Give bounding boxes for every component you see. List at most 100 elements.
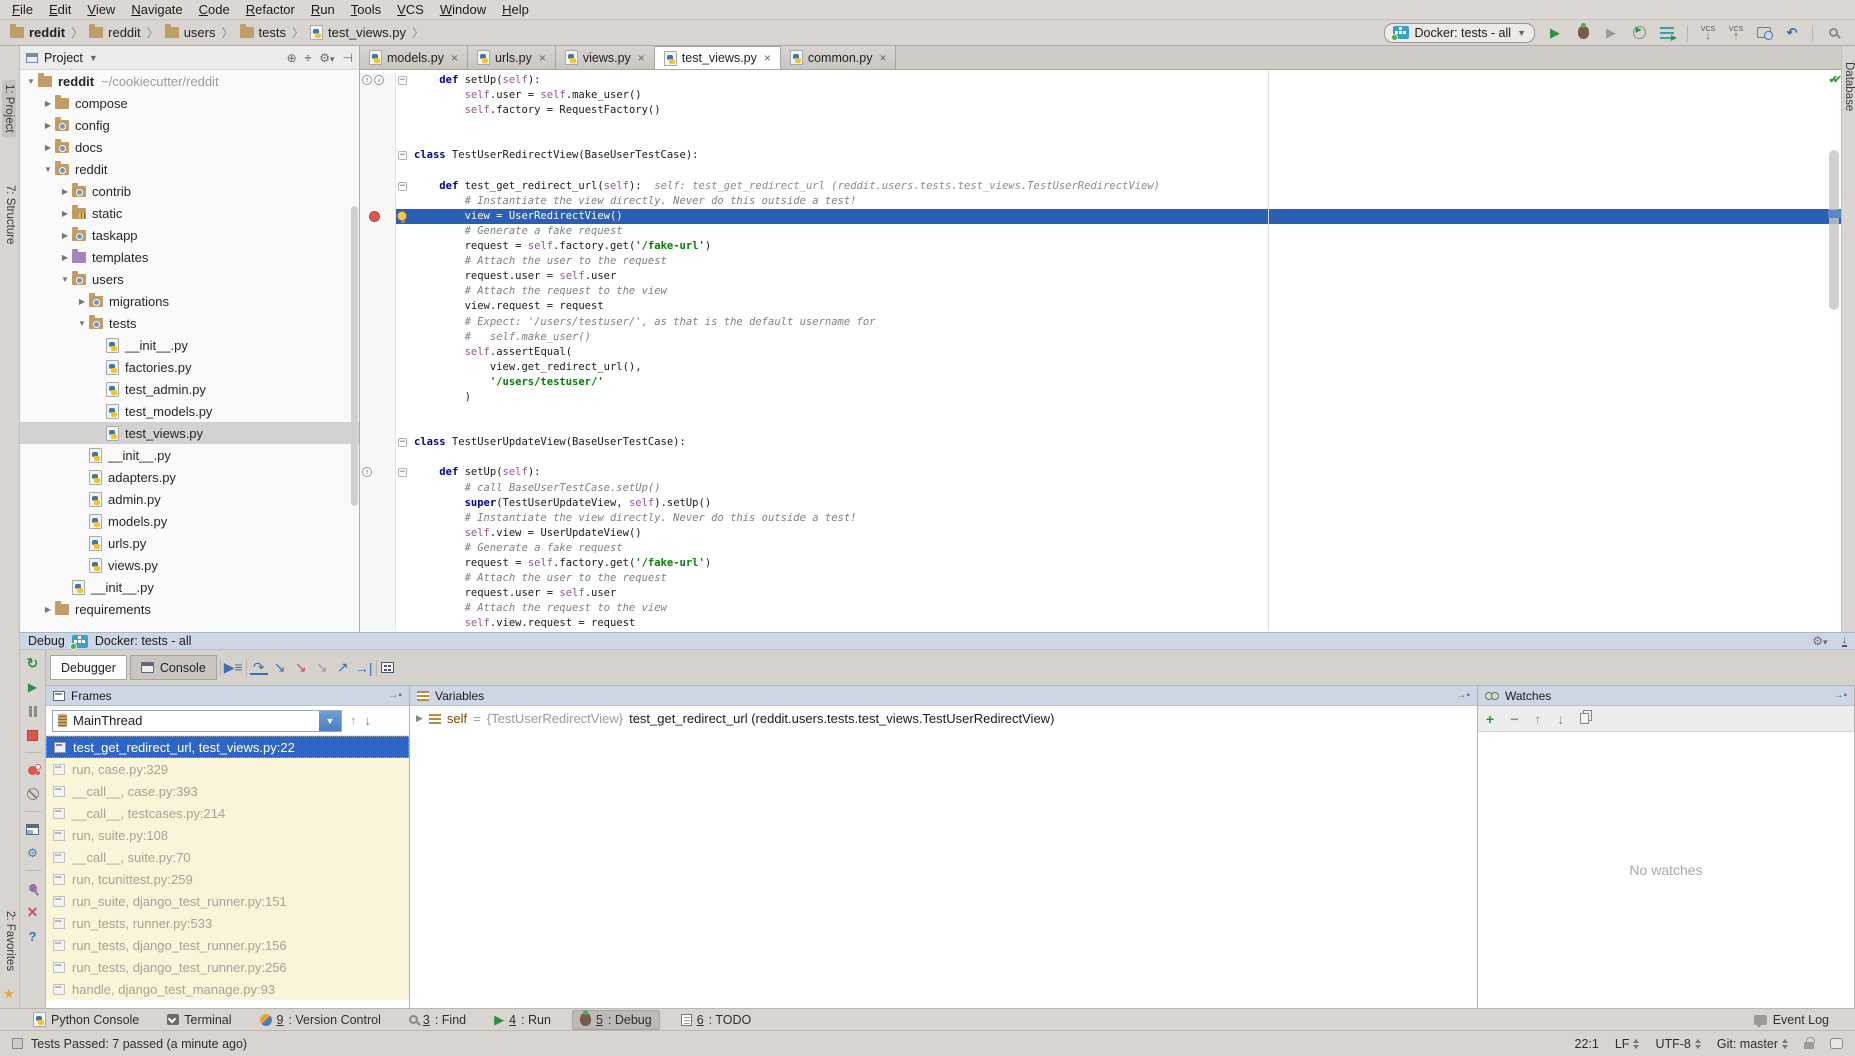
tree-item-docs[interactable]: ▶docs bbox=[20, 136, 359, 158]
smart-step-into-button[interactable]: ↘ bbox=[313, 659, 331, 677]
toolwindow-button-find[interactable]: 3: Find bbox=[402, 1011, 473, 1029]
run-button[interactable]: ▶ bbox=[1547, 24, 1563, 42]
float-window-icon[interactable]: →▪ bbox=[1833, 690, 1847, 701]
add-watch-button[interactable]: + bbox=[1486, 711, 1494, 727]
collapse-arrow-icon[interactable]: ▼ bbox=[41, 165, 55, 174]
step-into-button[interactable]: ↘ bbox=[271, 659, 289, 677]
code-line-37[interactable]: self.view.request = request bbox=[360, 616, 1841, 631]
show-execution-point-button[interactable]: ▶≡ bbox=[224, 659, 243, 677]
close-icon[interactable]: × bbox=[638, 51, 645, 65]
tree-item-contrib[interactable]: ▶contrib bbox=[20, 180, 359, 202]
tree-item-taskapp[interactable]: ▶taskapp bbox=[20, 224, 359, 246]
frame-row[interactable]: __call__, suite.py:70 bbox=[46, 846, 409, 868]
expand-arrow-icon[interactable]: ▶ bbox=[58, 253, 72, 262]
highlighting-level-icon[interactable] bbox=[1830, 1038, 1843, 1049]
tree-item-test-admin-py[interactable]: test_admin.py bbox=[20, 378, 359, 400]
tree-item-config[interactable]: ▶config bbox=[20, 114, 359, 136]
editor-tab-models-py[interactable]: models.py× bbox=[360, 46, 468, 69]
close-icon[interactable]: × bbox=[539, 51, 546, 65]
step-out-button[interactable]: ↗ bbox=[334, 659, 352, 677]
code-line-35[interactable]: request.user = self.user bbox=[360, 586, 1841, 601]
tree-item-reddit[interactable]: ▼reddit bbox=[20, 158, 359, 180]
menu-item-vcs[interactable]: VCS bbox=[389, 1, 432, 18]
override-marker-icon[interactable]: ↑ bbox=[362, 467, 372, 477]
run-configuration-select[interactable]: Docker: tests - all ▼ bbox=[1384, 23, 1535, 43]
code-line-17[interactable]: # Expect: '/users/testuser/', as that is… bbox=[360, 315, 1841, 330]
code-line-16[interactable]: view.request = request bbox=[360, 299, 1841, 314]
menu-item-run[interactable]: Run bbox=[303, 1, 343, 18]
tree-item-test-views-py[interactable]: test_views.py bbox=[20, 422, 359, 444]
editor-tab-urls-py[interactable]: urls.py× bbox=[468, 46, 556, 69]
code-line-26[interactable] bbox=[360, 450, 1841, 465]
menu-item-code[interactable]: Code bbox=[191, 1, 238, 18]
rerun-button[interactable]: ↻ bbox=[25, 655, 41, 671]
expand-arrow-icon[interactable]: ▶ bbox=[58, 231, 72, 240]
force-step-into-button[interactable]: ↘ bbox=[292, 659, 310, 677]
evaluate-expression-button[interactable] bbox=[380, 659, 396, 677]
editor-tab-common-py[interactable]: common.py× bbox=[781, 46, 897, 69]
code-line-33[interactable]: request = self.factory.get('/fake-url') bbox=[360, 556, 1841, 571]
lock-icon[interactable] bbox=[1804, 1042, 1814, 1049]
tree-item-templates[interactable]: ▶templates bbox=[20, 246, 359, 268]
code-line-28[interactable]: # call BaseUserTestCase.setUp() bbox=[360, 481, 1841, 496]
toolwindow-button-terminal[interactable]: Terminal bbox=[160, 1011, 238, 1029]
tree-item-init-py[interactable]: __init__.py bbox=[20, 334, 359, 356]
run-to-cursor-button[interactable]: →| bbox=[355, 659, 373, 677]
code-line-34[interactable]: # Attach the user to the request bbox=[360, 571, 1841, 586]
expand-icon[interactable]: ▶ bbox=[416, 713, 423, 724]
code-line-2[interactable]: self.user = self.make_user() bbox=[360, 88, 1841, 103]
hide-window-icon[interactable]: ↓ bbox=[1842, 636, 1848, 647]
code-line-12[interactable]: request = self.factory.get('/fake-url') bbox=[360, 239, 1841, 254]
fold-icon[interactable]: − bbox=[398, 151, 407, 160]
close-icon[interactable]: × bbox=[451, 51, 458, 65]
collapse-arrow-icon[interactable]: ▼ bbox=[58, 275, 72, 284]
tree-item-adapters-py[interactable]: adapters.py bbox=[20, 466, 359, 488]
frame-row[interactable]: handle, django_test_manage.py:93 bbox=[46, 978, 409, 1000]
code-line-6[interactable]: −class TestUserRedirectView(BaseUserTest… bbox=[360, 148, 1841, 163]
recent-changes-button[interactable] bbox=[1756, 24, 1772, 42]
debug-tab-console[interactable]: Console bbox=[130, 655, 217, 680]
tree-item-test-models-py[interactable]: test_models.py bbox=[20, 400, 359, 422]
previous-frame-button[interactable]: ↑ bbox=[350, 713, 357, 728]
code-line-10[interactable]: view = UserRedirectView() bbox=[360, 209, 1841, 224]
fold-icon[interactable]: − bbox=[398, 468, 407, 477]
code-line-4[interactable] bbox=[360, 118, 1841, 133]
gear-icon[interactable]: ⚙▾ bbox=[319, 51, 334, 65]
tree-item-models-py[interactable]: models.py bbox=[20, 510, 359, 532]
menu-item-view[interactable]: View bbox=[79, 1, 123, 18]
code-line-19[interactable]: self.assertEqual( bbox=[360, 345, 1841, 360]
inspections-ok-icon[interactable]: ✔✔ bbox=[1829, 73, 1837, 86]
tool-strip-button-1-project[interactable]: 1: Project bbox=[2, 80, 16, 137]
locate-file-icon[interactable]: ⊕ bbox=[287, 51, 297, 65]
float-window-icon[interactable]: →▪ bbox=[1456, 690, 1470, 701]
frame-row[interactable]: __call__, case.py:393 bbox=[46, 780, 409, 802]
stop-button[interactable] bbox=[25, 727, 41, 743]
tree-item-reddit[interactable]: ▼reddit~/cookiecutter/reddit bbox=[20, 70, 359, 92]
tree-item-compose[interactable]: ▶compose bbox=[20, 92, 359, 114]
fold-icon[interactable]: − bbox=[398, 182, 407, 191]
menu-item-navigate[interactable]: Navigate bbox=[123, 1, 190, 18]
tree-item-requirements[interactable]: ▶requirements bbox=[20, 598, 359, 620]
code-line-7[interactable] bbox=[360, 164, 1841, 179]
expand-arrow-icon[interactable]: ▶ bbox=[41, 605, 55, 614]
close-button[interactable]: ✕ bbox=[25, 904, 41, 920]
scroll-from-source-icon[interactable]: ÷ bbox=[305, 51, 312, 65]
duplicate-watch-icon[interactable] bbox=[1580, 713, 1589, 724]
mute-breakpoints-button[interactable] bbox=[25, 786, 41, 802]
view-breakpoints-button[interactable] bbox=[25, 762, 41, 778]
line-ending-widget[interactable]: LF bbox=[1615, 1037, 1640, 1051]
editor-tab-test-views-py[interactable]: test_views.py× bbox=[655, 46, 781, 69]
error-stripe-current-line-mark[interactable] bbox=[1828, 210, 1841, 218]
thread-select[interactable]: MainThread ▼ bbox=[52, 710, 342, 732]
expand-arrow-icon[interactable]: ▶ bbox=[41, 99, 55, 108]
frame-row[interactable]: run_tests, django_test_runner.py:256 bbox=[46, 956, 409, 978]
frame-row[interactable]: run_suite, django_test_runner.py:151 bbox=[46, 890, 409, 912]
tool-strip-button-database[interactable]: Database bbox=[1843, 62, 1855, 111]
tree-item-users[interactable]: ▼users bbox=[20, 268, 359, 290]
close-icon[interactable]: × bbox=[764, 51, 771, 65]
chevron-down-icon[interactable]: ▼ bbox=[89, 53, 98, 63]
code-line-9[interactable]: # Instantiate the view directly. Never d… bbox=[360, 194, 1841, 209]
code-line-29[interactable]: super(TestUserUpdateView, self).setUp() bbox=[360, 496, 1841, 511]
tree-item-static[interactable]: ▶static bbox=[20, 202, 359, 224]
hide-panel-icon[interactable]: ⊣ bbox=[343, 51, 353, 65]
